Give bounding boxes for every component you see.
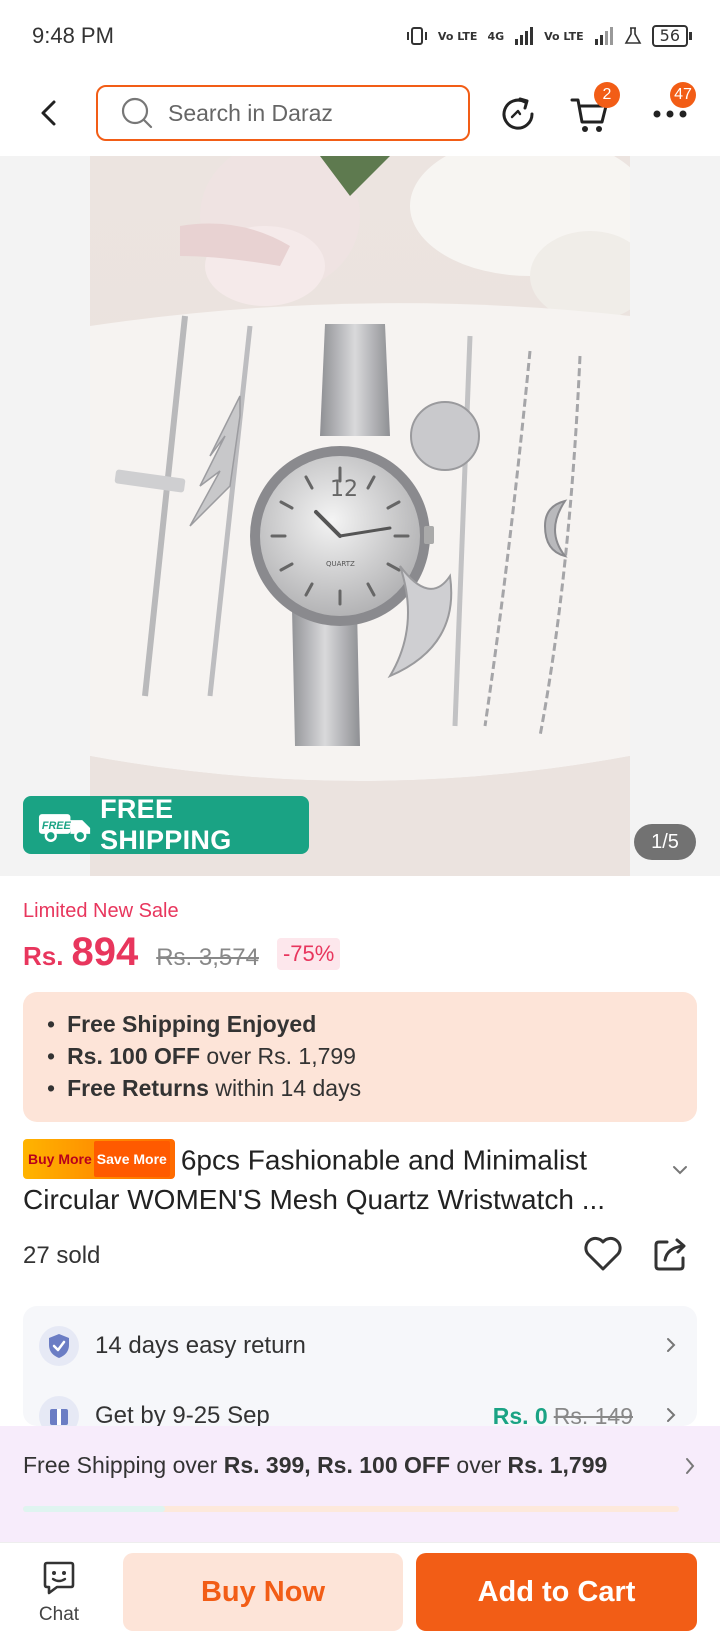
chat-icon (43, 1561, 75, 1595)
original-price: Rs. 3,574 (156, 944, 259, 971)
top-navigation: Search in Daraz 2 47 (0, 80, 720, 150)
delivery-fee-new: Rs. 0 (492, 1402, 548, 1427)
status-time: 9:48 PM (32, 23, 114, 48)
free-shipping-label: FREE SHIPPING (100, 794, 232, 855)
refresh-icon (502, 97, 534, 130)
search-icon (121, 97, 153, 129)
price-currency: Rs. (23, 941, 64, 971)
chevron-down-icon[interactable] (671, 1164, 689, 1176)
benefit-text: within 14 days (208, 1075, 362, 1101)
wishlist-heart-icon[interactable] (583, 1236, 623, 1272)
sold-row: 27 sold (23, 1236, 697, 1276)
back-button[interactable] (30, 95, 66, 131)
bottom-action-bar: Chat Buy Now Add to Cart (0, 1542, 720, 1640)
refresh-button[interactable] (496, 92, 540, 136)
benefit-discount: Rs. 100 OFF over Rs. 1,799 (47, 1040, 673, 1072)
chevron-right-icon (667, 1408, 676, 1422)
watch-dial-brand: QUARTZ (326, 560, 355, 568)
strip-text: over (450, 1452, 508, 1478)
benefit-free-shipping: Free Shipping Enjoyed (47, 1008, 673, 1040)
strip-text: Free Shipping over (23, 1452, 224, 1478)
signal-icon-1 (515, 27, 534, 45)
delivery-fee-old: Rs. 149 (553, 1402, 633, 1427)
sold-count: 27 sold (23, 1242, 101, 1269)
current-price: 894 (71, 930, 139, 974)
more-icon (653, 110, 687, 118)
service-card: 14 days easy return Get by 9-25 Sep Rs. … (23, 1306, 697, 1426)
benefit-bold-text: Rs. 100 OFF (67, 1043, 200, 1069)
cart-button[interactable]: 2 (568, 82, 620, 136)
add-to-cart-button[interactable]: Add to Cart (416, 1553, 697, 1631)
promo-tag-text: Buy More (28, 1151, 92, 1167)
chevron-right-icon (686, 1458, 695, 1474)
battery-indicator: 56 (651, 25, 693, 47)
benefit-bold-text: Free Shipping Enjoyed (67, 1011, 317, 1037)
chevron-left-icon (41, 100, 56, 126)
product-photo: 12 QUARTZ (90, 156, 630, 876)
shipping-progress-fill (23, 1506, 165, 1512)
shipping-progress-bar (23, 1506, 679, 1512)
easy-return-text: 14 days easy return (95, 1332, 306, 1359)
vibrate-icon (406, 27, 427, 45)
chevron-right-icon (667, 1338, 676, 1352)
benefit-text: over Rs. 1,799 (200, 1043, 356, 1069)
image-page-indicator: 1/5 (634, 824, 696, 860)
chat-button[interactable]: Chat (26, 1561, 92, 1631)
easy-return-row[interactable]: 14 days easy return (39, 1316, 681, 1376)
buy-now-button[interactable]: Buy Now (123, 1553, 403, 1631)
status-icons: Vo LTE 4G Vo LTE 56 (406, 25, 693, 47)
promo-tag-text: Save More (93, 1141, 170, 1177)
search-input[interactable]: Search in Daraz (96, 85, 470, 141)
product-image[interactable]: 12 QUARTZ (90, 156, 630, 876)
network-4g: 4G (487, 29, 505, 43)
status-bar: 9:48 PM Vo LTE 4G Vo LTE 56 (0, 0, 720, 72)
delivery-truck-icon: FREE (38, 814, 91, 842)
product-gallery[interactable]: 12 QUARTZ FREE FREE SHIPPING 1/5 (0, 156, 720, 876)
shield-check-icon (39, 1326, 79, 1366)
more-badge: 47 (670, 82, 696, 108)
more-button[interactable]: 47 (648, 82, 696, 136)
cart-badge: 2 (594, 82, 620, 108)
share-icon[interactable] (653, 1236, 689, 1272)
discount-badge: -75% (276, 938, 341, 970)
free-shipping-strip-text: Free Shipping over Rs. 399, Rs. 100 OFF … (23, 1452, 607, 1479)
price-row: Rs. 894 Rs. 3,574 -75% (23, 930, 341, 975)
free-badge-text: FREE (42, 820, 72, 832)
product-title: Buy More Save More 6pcs Fashionable and Mi… (23, 1139, 697, 1218)
search-placeholder: Search in Daraz (168, 99, 333, 126)
benefit-bold-text: Free Returns (67, 1075, 209, 1101)
chat-label: Chat (38, 1604, 80, 1625)
flask-icon (624, 27, 642, 44)
sale-label: Limited New Sale (23, 900, 179, 922)
network-volte-2: Vo LTE (544, 29, 584, 43)
benefit-free-returns: Free Returns within 14 days (47, 1072, 673, 1104)
strip-threshold-2: Rs. 1,799 (507, 1452, 608, 1478)
buy-more-save-more-tag: Buy More Save More (23, 1139, 175, 1179)
free-shipping-banner: FREE FREE SHIPPING (23, 794, 309, 855)
delivery-fee: Rs. 0 Rs. 149 (493, 1403, 633, 1427)
strip-threshold-1: Rs. 399, Rs. 100 OFF (223, 1452, 451, 1478)
delivery-row[interactable]: Get by 9-25 Sep Rs. 0 Rs. 149 (39, 1386, 681, 1426)
delivery-box-icon (39, 1396, 79, 1426)
product-title-row[interactable]: Buy More Save More 6pcs Fashionable and Mi… (23, 1139, 697, 1218)
network-volte-1: Vo LTE (437, 29, 478, 43)
signal-icon-2 (594, 27, 613, 45)
delivery-date-text: Get by 9-25 Sep (95, 1402, 270, 1426)
watch-numeral-12: 12 (330, 477, 358, 502)
free-shipping-strip[interactable]: Free Shipping over Rs. 399, Rs. 100 OFF … (0, 1426, 720, 1542)
benefits-card[interactable]: Free Shipping Enjoyed Rs. 100 OFF over R… (23, 992, 697, 1122)
